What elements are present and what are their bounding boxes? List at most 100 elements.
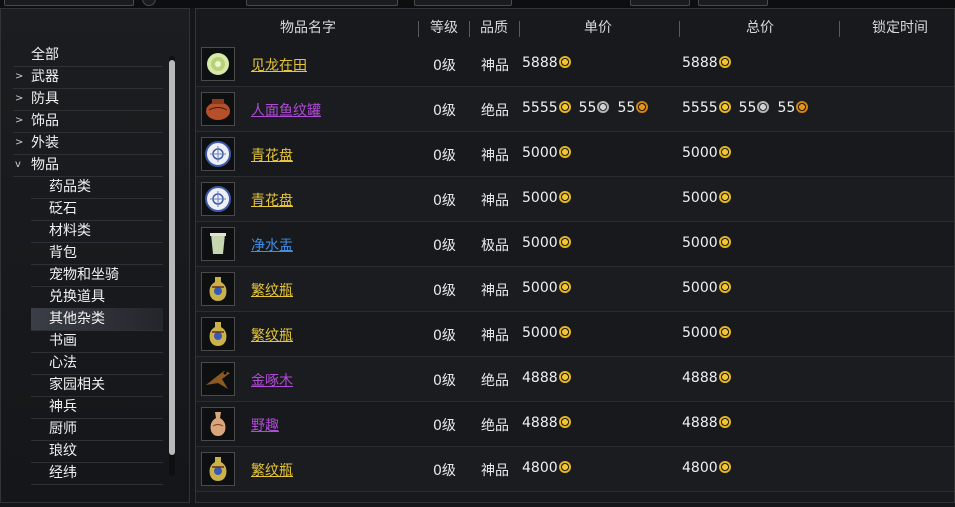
item-slot[interactable] xyxy=(201,317,235,351)
item-name-link[interactable]: 人面鱼纹罐 xyxy=(251,100,321,120)
item-name-link[interactable]: 繁纹瓶 xyxy=(251,280,293,300)
table-row[interactable]: 野趣 0级 绝品 4888 4888 xyxy=(196,402,954,447)
category-item[interactable]: 琅纹 xyxy=(31,440,163,463)
item-name-link[interactable]: 野趣 xyxy=(251,415,279,435)
column-header-quality[interactable]: 品质 xyxy=(480,17,508,39)
category-item[interactable]: > 防具 xyxy=(13,88,163,111)
category-item[interactable]: 经纬 xyxy=(31,462,163,485)
table-row[interactable]: 青花盘 0级 神品 5000 5000 xyxy=(196,177,954,222)
category-item[interactable]: 全部 xyxy=(13,44,163,67)
item-name-link[interactable]: 繁纹瓶 xyxy=(251,460,293,480)
gold-amount: 4888 xyxy=(682,415,718,431)
category-item[interactable]: > 武器 xyxy=(13,66,163,89)
item-level: 0级 xyxy=(433,103,456,119)
table-row[interactable]: 繁纹瓶 0级 神品 4800 4800 xyxy=(196,447,954,492)
table-row[interactable]: 青花盘 0级 神品 5000 5000 xyxy=(196,132,954,177)
category-item[interactable]: 其他杂类 xyxy=(31,308,163,331)
item-name-link[interactable]: 见龙在田 xyxy=(251,55,307,75)
category-item[interactable]: 宠物和坐骑 xyxy=(31,264,163,287)
item-slot[interactable] xyxy=(201,182,235,216)
category-item[interactable]: 药品类 xyxy=(31,176,163,199)
item-slot[interactable] xyxy=(201,452,235,486)
item-name-link[interactable]: 净水盂 xyxy=(251,235,293,255)
table-row[interactable]: 繁纹瓶 0级 神品 5000 5000 xyxy=(196,312,954,357)
unit-price: 5000 xyxy=(522,280,579,296)
chevron-right-icon[interactable]: > xyxy=(15,66,23,88)
category-item[interactable]: 背包 xyxy=(31,242,163,265)
table-row[interactable]: 见龙在田 0级 神品 5888 5888 xyxy=(196,42,954,87)
category-item[interactable]: > 外装 xyxy=(13,132,163,155)
clay-jar-icon xyxy=(202,99,234,129)
item-name-link[interactable]: 青花盘 xyxy=(251,145,293,165)
silver-coin-icon xyxy=(597,101,610,113)
column-header-lock-time[interactable]: 锁定时间 xyxy=(872,17,928,39)
gold-coin-icon xyxy=(558,461,571,473)
category-item[interactable]: 心法 xyxy=(31,352,163,375)
total-price: 5888 xyxy=(682,55,739,71)
category-item[interactable]: 家园相关 xyxy=(31,374,163,397)
column-header-level[interactable]: 等级 xyxy=(430,17,458,39)
filter-box-2[interactable] xyxy=(246,0,398,6)
table-row[interactable]: 净水盂 0级 极品 5000 5000 xyxy=(196,222,954,267)
filter-box-4[interactable] xyxy=(630,0,690,6)
filter-box-1[interactable] xyxy=(4,0,134,6)
item-slot[interactable] xyxy=(201,362,235,396)
table-row[interactable]: 繁纹瓶 0级 神品 5000 5000 xyxy=(196,267,954,312)
category-scrollbar[interactable] xyxy=(169,56,175,476)
ornate-vase-icon xyxy=(202,277,234,309)
item-quality: 神品 xyxy=(481,148,509,164)
pottery-vase-icon xyxy=(202,412,234,444)
gold-coin-icon xyxy=(558,371,571,383)
category-label: 经纬 xyxy=(49,465,77,481)
category-item[interactable]: 厨师 xyxy=(31,418,163,441)
item-slot[interactable] xyxy=(201,407,235,441)
info-icon[interactable] xyxy=(142,0,156,6)
wooden-bird-icon xyxy=(202,371,234,399)
category-label: 全部 xyxy=(31,47,59,63)
item-name-link[interactable]: 繁纹瓶 xyxy=(251,325,293,345)
chevron-down-icon[interactable]: v xyxy=(15,154,21,176)
category-label: 其他杂类 xyxy=(49,311,105,327)
gold-amount: 5888 xyxy=(682,55,718,71)
silver-coin-icon xyxy=(757,101,770,113)
item-name-link[interactable]: 金啄木 xyxy=(251,370,293,390)
unit-price: 5000 xyxy=(522,145,579,161)
filter-box-5[interactable] xyxy=(698,0,768,6)
category-item[interactable]: v 物品 xyxy=(13,154,163,177)
item-slot[interactable] xyxy=(201,92,235,126)
chevron-right-icon[interactable]: > xyxy=(15,110,23,132)
table-row[interactable]: 人面鱼纹罐 0级 绝品 5555 55 55 5555 55 55 xyxy=(196,87,954,132)
item-slot[interactable] xyxy=(201,47,235,81)
item-slot[interactable] xyxy=(201,137,235,171)
item-slot[interactable] xyxy=(201,227,235,261)
category-item[interactable]: > 饰品 xyxy=(13,110,163,133)
gold-amount: 5555 xyxy=(522,100,558,116)
item-quality: 神品 xyxy=(481,58,509,74)
column-separator xyxy=(418,21,419,37)
gold-amount: 4800 xyxy=(522,460,558,476)
gold-coin-icon xyxy=(718,101,731,113)
item-name-link[interactable]: 青花盘 xyxy=(251,190,293,210)
item-level: 0级 xyxy=(433,328,456,344)
item-slot[interactable] xyxy=(201,272,235,306)
blue-white-plate-icon xyxy=(202,141,234,174)
category-item[interactable]: 砭石 xyxy=(31,198,163,221)
gold-amount: 5000 xyxy=(522,235,558,251)
chevron-right-icon[interactable]: > xyxy=(15,132,23,154)
item-quality: 神品 xyxy=(481,328,509,344)
category-item[interactable]: 书画 xyxy=(31,330,163,353)
category-label: 饰品 xyxy=(31,113,59,129)
ornate-vase-icon xyxy=(202,322,234,354)
column-header-name[interactable]: 物品名字 xyxy=(280,17,336,39)
category-item[interactable]: 兑换道具 xyxy=(31,286,163,309)
column-header-unit-price[interactable]: 单价 xyxy=(584,17,612,39)
gold-coin-icon xyxy=(558,146,571,158)
item-quality: 极品 xyxy=(481,238,509,254)
table-row[interactable]: 金啄木 0级 绝品 4888 4888 xyxy=(196,357,954,402)
chevron-right-icon[interactable]: > xyxy=(15,88,23,110)
filter-box-3[interactable] xyxy=(414,0,512,6)
column-header-total-price[interactable]: 总价 xyxy=(746,17,774,39)
category-scrollbar-thumb[interactable] xyxy=(169,60,175,455)
category-item[interactable]: 神兵 xyxy=(31,396,163,419)
category-item[interactable]: 材料类 xyxy=(31,220,163,243)
